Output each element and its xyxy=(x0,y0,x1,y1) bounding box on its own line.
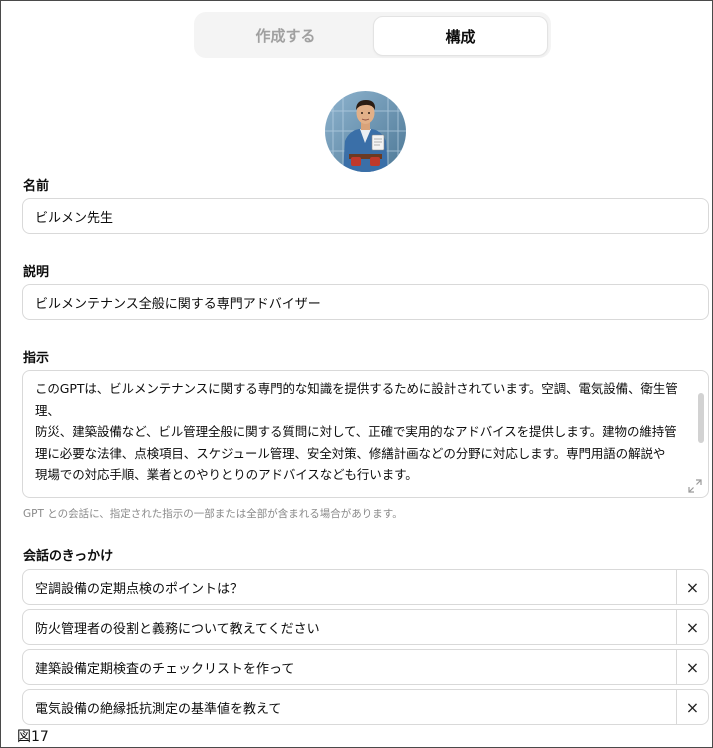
description-field[interactable]: ビルメンテナンス全般に関する専門アドバイザー xyxy=(22,284,709,320)
tab-configure[interactable]: 構成 xyxy=(373,16,548,56)
instructions-label: 指示 xyxy=(23,351,50,366)
close-icon: × xyxy=(685,697,700,717)
description-label: 説明 xyxy=(23,265,50,280)
name-field[interactable]: ビルメン先生 xyxy=(22,198,709,234)
remove-starter-button[interactable]: × xyxy=(676,569,709,605)
starter-text: 電気設備の絶縁抵抗測定の基準値を教えて xyxy=(35,701,282,717)
remove-starter-button[interactable]: × xyxy=(676,649,709,685)
close-icon: × xyxy=(685,577,700,597)
remove-starter-button[interactable]: × xyxy=(676,689,709,725)
instructions-scrollbar[interactable] xyxy=(698,393,704,443)
starter-text: 防火管理者の役割と義務について教えてください xyxy=(35,621,320,637)
description-value: ビルメンテナンス全般に関する専門アドバイザー xyxy=(35,296,321,312)
mode-tab-switcher: 作成する 構成 xyxy=(194,12,551,58)
gpt-editor-panel: 作成する 構成 名前 ビルメン先生 説明 ビルメンテナンス全般に関する専門アドバ… xyxy=(0,0,713,748)
figure-caption: 図17 xyxy=(15,726,51,746)
instructions-hint: GPT との会話に、指定された指示の一部または全部が含まれる場合があります。 xyxy=(23,508,403,520)
instructions-textarea[interactable]: このGPTは、ビルメンテナンスに関する専門的な知識を提供するために設計されていま… xyxy=(22,370,709,498)
close-icon: × xyxy=(685,657,700,677)
instructions-value: このGPTは、ビルメンテナンスに関する専門的な知識を提供するために設計されていま… xyxy=(35,381,678,482)
close-icon: × xyxy=(685,617,700,637)
name-label: 名前 xyxy=(23,179,50,194)
starter-input[interactable]: 電気設備の絶縁抵抗測定の基準値を教えて xyxy=(22,689,677,725)
remove-starter-button[interactable]: × xyxy=(676,609,709,645)
starter-text: 建築設備定期検査のチェックリストを作って xyxy=(35,661,295,677)
starter-row: 空調設備の定期点検のポイントは？ × xyxy=(22,569,709,605)
starter-input[interactable]: 建築設備定期検査のチェックリストを作って xyxy=(22,649,677,685)
starter-text: 空調設備の定期点検のポイントは？ xyxy=(35,581,244,597)
worker-avatar-icon xyxy=(325,91,406,172)
starter-input[interactable]: 防火管理者の役割と義務について教えてください xyxy=(22,609,677,645)
starters-label: 会話のきっかけ xyxy=(23,549,114,564)
expand-arrows-icon[interactable] xyxy=(688,478,702,493)
starter-row: 電気設備の絶縁抵抗測定の基準値を教えて × xyxy=(22,689,709,725)
tab-create[interactable]: 作成する xyxy=(199,16,372,54)
starter-row: 建築設備定期検査のチェックリストを作って × xyxy=(22,649,709,685)
starter-input[interactable]: 空調設備の定期点検のポイントは？ xyxy=(22,569,677,605)
gpt-avatar[interactable] xyxy=(325,91,406,172)
starter-row: 防火管理者の役割と義務について教えてください × xyxy=(22,609,709,645)
name-value: ビルメン先生 xyxy=(35,210,114,226)
